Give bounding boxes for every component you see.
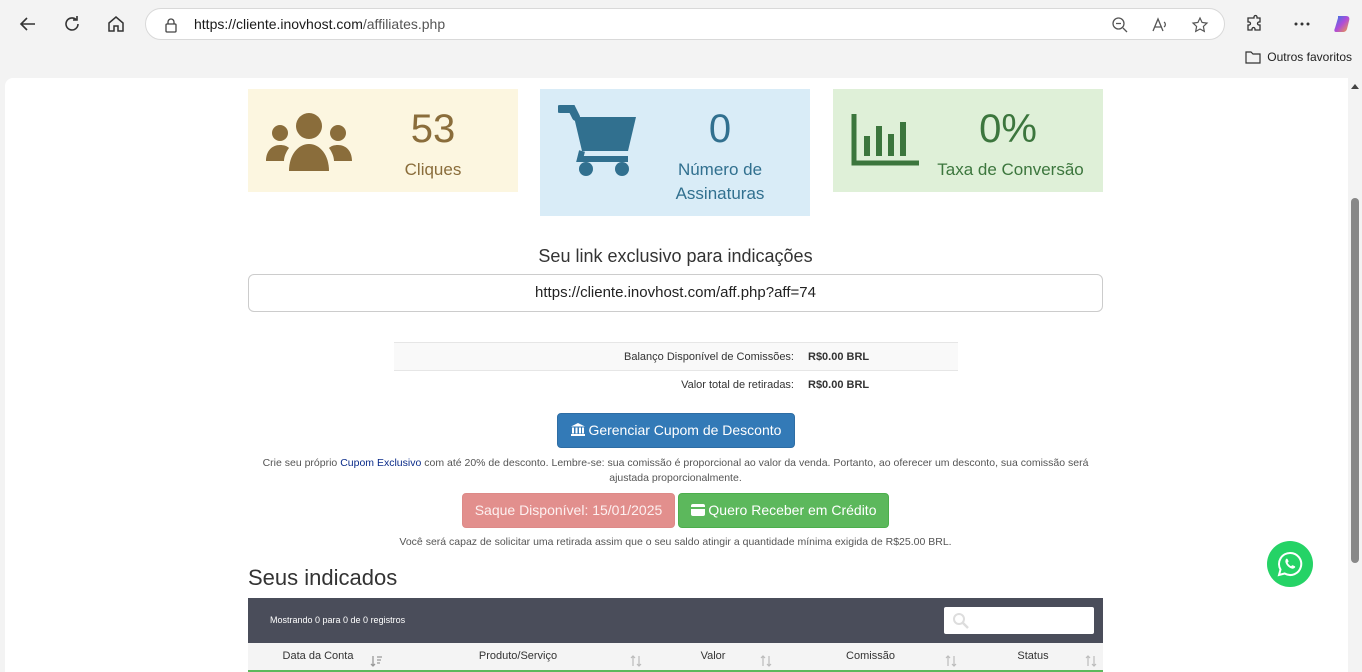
withdraw-available-button[interactable]: Saque Disponível: 15/01/2025 <box>462 493 675 528</box>
refresh-icon[interactable] <box>58 10 86 38</box>
stat-conversion: 0% Taxa de Conversão <box>833 89 1103 192</box>
receive-credit-button[interactable]: Quero Receber em Crédito <box>678 493 889 528</box>
balance-table: Balanço Disponível de Comissões: R$0.00 … <box>394 342 958 398</box>
favorites-folder[interactable]: Outros favoritos <box>1245 50 1352 64</box>
search-icon <box>952 612 970 634</box>
whatsapp-icon <box>1277 551 1303 577</box>
column-product[interactable]: Produto/Serviço <box>388 643 648 672</box>
table-row: Balanço Disponível de Comissões: R$0.00 … <box>394 342 958 370</box>
referrals-title: Seus indicados <box>248 565 398 590</box>
page-scrollbar[interactable] <box>1348 78 1362 672</box>
scroll-thumb[interactable] <box>1351 198 1359 563</box>
column-value[interactable]: Valor <box>648 643 778 672</box>
referrals-table-header: Mostrando 0 para 0 de 0 registros <box>248 598 1103 643</box>
withdraw-note: Você será capaz de solicitar uma retirad… <box>399 536 952 548</box>
address-bar[interactable]: https://cliente.inovhost.com/affiliates.… <box>145 8 1225 40</box>
star-icon[interactable] <box>1189 14 1211 36</box>
bank-icon <box>570 423 585 436</box>
sort-icon <box>760 651 772 672</box>
records-info: Mostrando 0 para 0 de 0 registros <box>270 615 406 625</box>
whatsapp-button[interactable] <box>1267 541 1313 587</box>
conversion-value: 0% <box>979 107 1037 151</box>
favorites-label: Outros favoritos <box>1267 50 1352 64</box>
browser-toolbar: https://cliente.inovhost.com/affiliates.… <box>0 0 1362 48</box>
column-status[interactable]: Status <box>963 643 1103 672</box>
sort-icon <box>1085 651 1097 672</box>
zoom-out-icon[interactable] <box>1109 14 1131 36</box>
browser-chrome: https://cliente.inovhost.com/affiliates.… <box>0 0 1362 78</box>
clicks-label: Cliques <box>404 160 462 179</box>
sort-desc-icon <box>370 651 382 672</box>
conversion-label: Taxa de Conversão <box>937 160 1084 179</box>
more-options-icon[interactable] <box>1288 10 1316 38</box>
users-icon <box>266 111 352 175</box>
scroll-up-icon[interactable] <box>1351 84 1359 89</box>
column-account-date[interactable]: Data da Conta <box>248 643 388 672</box>
lock-icon[interactable] <box>160 14 182 36</box>
signups-value: 0 <box>708 107 732 151</box>
referral-link-title: Seu link exclusivo para indicações <box>538 246 813 266</box>
stat-signups: 0 Número de Assinaturas <box>540 89 810 216</box>
bar-chart-icon <box>851 114 919 170</box>
stat-clicks: 53 Cliques <box>248 89 518 192</box>
home-icon[interactable] <box>102 10 130 38</box>
column-commission[interactable]: Comissão <box>778 643 963 672</box>
signups-label: Número de Assinaturas <box>675 160 765 203</box>
clicks-value: 53 <box>410 107 456 151</box>
read-aloud-icon[interactable] <box>1149 14 1171 36</box>
copilot-icon[interactable] <box>1330 10 1358 38</box>
url-text[interactable]: https://cliente.inovhost.com/affiliates.… <box>194 16 445 32</box>
table-row: Valor total de retiradas: R$0.00 BRL <box>394 370 958 398</box>
back-icon[interactable] <box>14 10 42 38</box>
referrals-table-columns: Data da Conta Produto/Serviço Valor Comi… <box>248 643 1103 672</box>
referral-link-field[interactable]: https://cliente.inovhost.com/aff.php?aff… <box>248 274 1103 312</box>
page-content: 53 Cliques 0 Número de Assinaturas 0% Ta… <box>5 78 1348 672</box>
exclusive-coupon-link[interactable]: Cupom Exclusivo <box>340 457 421 469</box>
coupon-note: Crie seu próprio Cupom Exclusivo com até… <box>262 457 1089 484</box>
folder-icon <box>1245 51 1261 64</box>
sort-icon <box>945 651 957 672</box>
extensions-icon[interactable] <box>1240 10 1268 38</box>
manage-coupon-button[interactable]: Gerenciar Cupom de Desconto <box>557 413 795 448</box>
search-input[interactable] <box>944 607 1094 634</box>
credit-card-icon <box>690 504 705 516</box>
cart-icon <box>556 105 638 181</box>
sort-icon <box>630 651 642 672</box>
